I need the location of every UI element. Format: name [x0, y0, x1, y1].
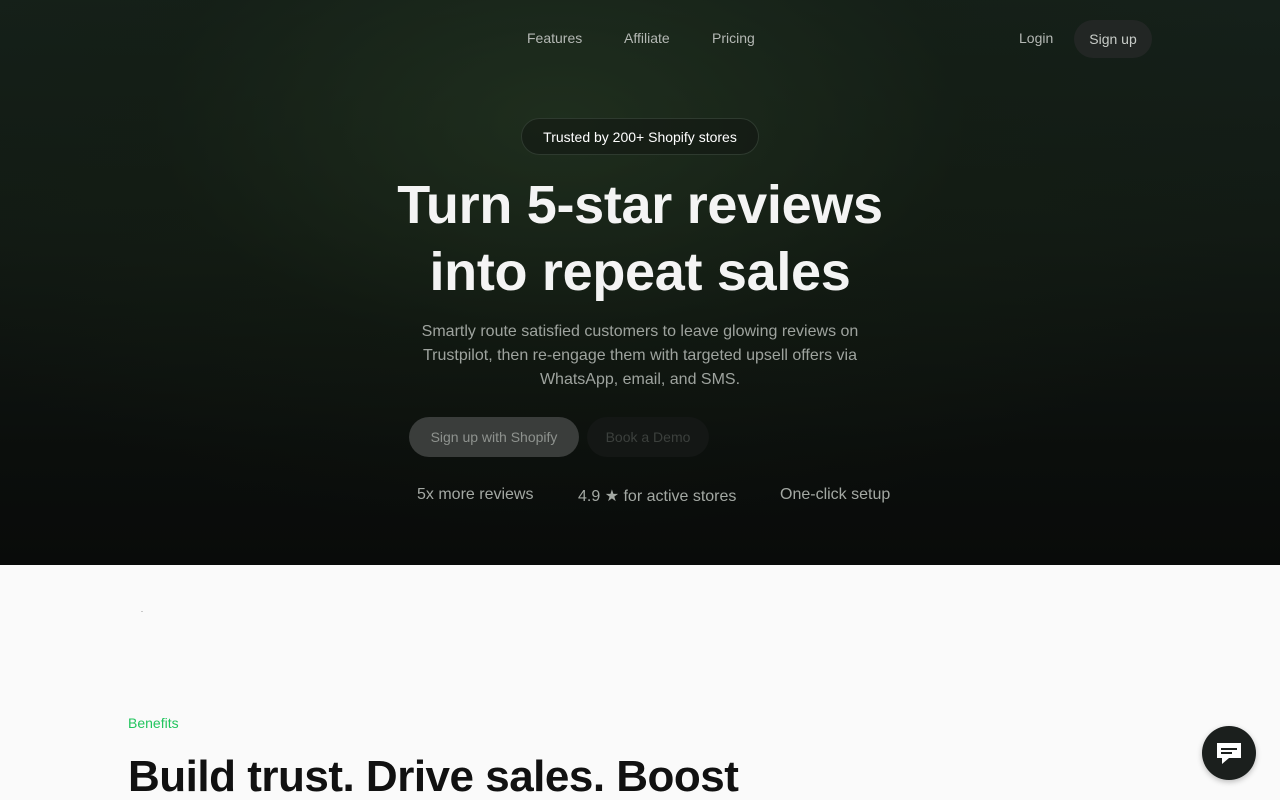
chat-launcher-button[interactable]	[1202, 726, 1256, 780]
signup-with-shopify-button[interactable]: Sign up with Shopify	[409, 417, 579, 457]
decorative-dot	[141, 611, 143, 612]
stat-rating: 4.9 ★ for active stores	[578, 488, 737, 505]
trust-badge-text: Trusted by 200+ Shopify stores	[543, 128, 737, 145]
nav-link-features[interactable]: Features	[527, 30, 582, 46]
signup-button[interactable]: Sign up	[1074, 20, 1152, 58]
book-demo-button[interactable]: Book a Demo	[587, 417, 709, 457]
hero-subtext: Smartly route satisfied customers to lea…	[421, 323, 859, 388]
stat-setup: One-click setup	[780, 486, 891, 503]
nav-link-affiliate[interactable]: Affiliate	[624, 30, 670, 46]
login-link[interactable]: Login	[1019, 30, 1053, 46]
stat-more-reviews: 5x more reviews	[417, 486, 534, 503]
hero-headline: Turn 5-star reviews into repeat sales	[340, 172, 940, 306]
hero-headline-line-2: into repeat sales	[429, 242, 851, 302]
hero-headline-line-1: Turn 5-star reviews	[397, 175, 883, 235]
chat-bubble-icon	[1217, 743, 1241, 764]
hero-section: Features Affiliate Pricing Login Sign up…	[0, 0, 1280, 565]
trust-badge: Trusted by 200+ Shopify stores	[521, 118, 759, 155]
benefits-title: Build trust. Drive sales. Boost	[128, 752, 739, 800]
benefits-label: Benefits	[128, 715, 179, 731]
nav-link-pricing[interactable]: Pricing	[712, 30, 755, 46]
